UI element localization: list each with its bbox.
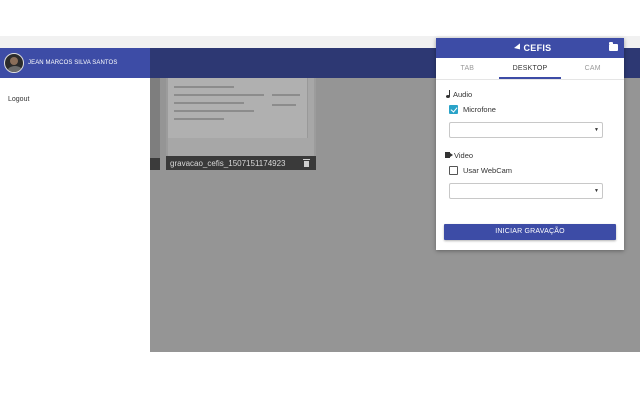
chevron-down-icon: ▼ bbox=[594, 188, 599, 194]
tab-tab[interactable]: TAB bbox=[436, 58, 499, 79]
popup-header: CEFIS bbox=[436, 38, 624, 58]
recorder-popup: CEFIS TAB DESKTOP CAM Audio Microfone ▼ bbox=[436, 38, 624, 250]
microphone-checkbox[interactable] bbox=[449, 105, 458, 114]
audio-device-select[interactable]: ▼ bbox=[449, 122, 603, 138]
microphone-label: Microfone bbox=[463, 105, 496, 114]
user-name: JEAN MARCOS SILVA SANTOS bbox=[28, 60, 118, 66]
trash-icon[interactable] bbox=[303, 159, 310, 167]
webcam-checkbox[interactable] bbox=[449, 166, 458, 175]
video-title: Video bbox=[445, 150, 615, 160]
previous-recording-caption bbox=[150, 158, 160, 170]
thumbnail-line bbox=[174, 110, 254, 112]
thumbnail-line bbox=[272, 104, 296, 106]
thumbnail-line bbox=[174, 102, 244, 104]
start-recording-button[interactable]: INICIAR GRAVAÇÃO bbox=[444, 224, 616, 240]
brand-name: CEFIS bbox=[523, 43, 552, 53]
screen: JEAN MARCOS SILVA SANTOS Logout gravacao… bbox=[0, 0, 640, 400]
sidebar-header: JEAN MARCOS SILVA SANTOS bbox=[0, 48, 150, 78]
logout-link[interactable]: Logout bbox=[8, 96, 29, 103]
thumbnail-line bbox=[174, 118, 224, 120]
webcam-label: Usar WebCam bbox=[463, 166, 513, 175]
video-title-text: Video bbox=[454, 150, 474, 160]
video-camera-icon bbox=[445, 152, 453, 158]
audio-title: Audio bbox=[445, 89, 615, 99]
audio-section: Audio Microfone ▼ bbox=[436, 89, 624, 138]
avatar[interactable] bbox=[4, 53, 24, 73]
source-tabs: TAB DESKTOP CAM bbox=[436, 58, 624, 80]
cefis-logo-icon bbox=[508, 44, 520, 52]
thumbnail-line bbox=[174, 86, 234, 88]
chevron-down-icon: ▼ bbox=[594, 127, 599, 133]
previous-recording-card[interactable] bbox=[150, 78, 160, 170]
video-section: Video Usar WebCam ▼ bbox=[436, 150, 624, 199]
recording-file-name: gravacao_cefis_1507151174923 bbox=[170, 158, 286, 168]
microphone-option[interactable]: Microfone bbox=[449, 104, 615, 115]
video-device-select[interactable]: ▼ bbox=[449, 183, 603, 199]
brand-logo: CEFIS bbox=[508, 43, 551, 53]
folder-icon[interactable] bbox=[609, 42, 618, 51]
audio-title-text: Audio bbox=[453, 89, 473, 99]
tab-desktop[interactable]: DESKTOP bbox=[498, 58, 562, 79]
thumbnail-screen bbox=[168, 78, 308, 138]
thumbnail-line bbox=[174, 94, 264, 96]
sidebar: JEAN MARCOS SILVA SANTOS Logout bbox=[0, 48, 150, 400]
thumbnail-line bbox=[272, 94, 300, 96]
recording-card[interactable]: gravacao_cefis_1507151174923 bbox=[166, 78, 316, 170]
tab-cam[interactable]: CAM bbox=[561, 58, 624, 79]
webcam-option[interactable]: Usar WebCam bbox=[449, 165, 615, 176]
recording-caption: gravacao_cefis_1507151174923 bbox=[166, 156, 316, 170]
music-note-icon bbox=[445, 90, 452, 98]
recording-thumbnail[interactable] bbox=[168, 78, 314, 156]
